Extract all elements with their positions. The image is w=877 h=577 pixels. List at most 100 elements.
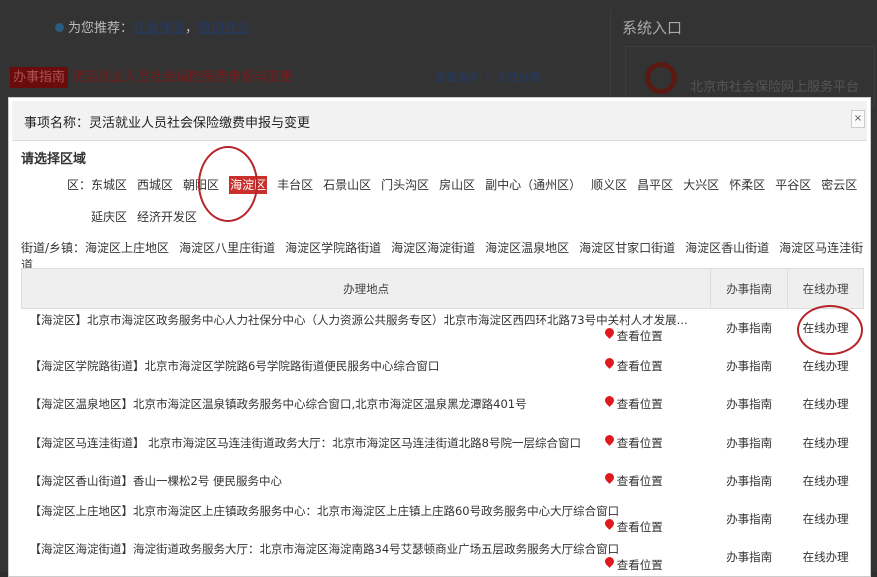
district-option[interactable]: 延庆区	[91, 210, 127, 224]
street-option[interactable]: 海淀区学院路街道	[285, 241, 381, 255]
guide-link[interactable]: 办事指南	[711, 423, 788, 461]
guide-link[interactable]: 办事指南	[711, 385, 788, 423]
recommend-label: 为您推荐：	[68, 21, 134, 36]
col-place: 办理地点	[20, 268, 712, 309]
table-row: 【海淀区马连洼街道】 北京市海淀区马连洼街道政务大厅：北京市海淀区马连洼街道北路…	[22, 423, 864, 461]
dialog-header: 事项名称：灵活就业人员社会保险缴费申报与变更 ×	[12, 101, 867, 141]
view-location-label: 查看位置	[616, 397, 663, 412]
district-option[interactable]: 经济开发区	[137, 210, 197, 224]
recommend-link[interactable]: 培训就业	[198, 21, 250, 36]
social-security-logo-icon	[645, 62, 677, 94]
view-location-link[interactable]: 查看位置	[602, 517, 663, 535]
location-table: 办理地点 办事指南 在线办理 【海淀区】北京市海淀区政务服务中心人力社保分中心（…	[20, 268, 864, 577]
view-location-link[interactable]: 查看位置	[602, 326, 663, 344]
street-label: 街道/乡镇：	[21, 241, 86, 255]
district-option[interactable]: 顺义区	[591, 178, 627, 192]
table-row: 【海淀区】北京市海淀区政务服务中心人力社保分中心（人力资源公共服务专区）北京市海…	[22, 309, 864, 347]
place-text: 【海淀区】北京市海淀区政务服务中心人力社保分中心（人力资源公共服务专区）北京市海…	[29, 312, 688, 327]
district-label: 区：	[67, 178, 92, 192]
view-location-link[interactable]: 查看位置	[602, 555, 663, 573]
recommend-link[interactable]: 社会保险	[133, 21, 185, 36]
district-option[interactable]: 怀柔区	[729, 178, 765, 192]
district-option[interactable]: 密云区	[821, 178, 857, 192]
district-option[interactable]: 大兴区	[683, 178, 719, 192]
district-option[interactable]: 副中心（通州区）	[485, 178, 581, 192]
place-text: 【海淀区上庄地区】北京市海淀区上庄镇政务服务中心：北京市海淀区上庄镇上庄路60号…	[29, 504, 620, 519]
dialog-title: 事项名称：灵活就业人员社会保险缴费申报与变更	[24, 116, 311, 131]
guide-link[interactable]: 办事指南	[711, 500, 788, 538]
view-location-label: 查看位置	[616, 328, 663, 343]
guide-title[interactable]: 灵活就业人员社会保险缴费申报与变更	[72, 70, 293, 85]
street-option[interactable]: 海淀区八里庄街道	[179, 241, 275, 255]
place-text: 【海淀区马连洼街道】 北京市海淀区马连洼街道政务大厅：北京市海淀区马连洼街道北路…	[29, 435, 581, 450]
select-region-title: 请选择区域	[21, 152, 87, 167]
guide-heading: 办事指南 灵活就业人员社会保险缴费申报与变更	[10, 66, 293, 88]
district-row: 延庆区 经济开发区	[91, 208, 207, 225]
platform-name: 北京市社会保险网上服务平台	[690, 80, 860, 95]
annotation-circle	[198, 146, 258, 222]
street-option[interactable]: 海淀区上庄地区	[85, 241, 169, 255]
place-cell: 【海淀区马连洼街道】 北京市海淀区马连洼街道政务大厅：北京市海淀区马连洼街道北路…	[22, 423, 711, 461]
place-cell: 【海淀区海淀街道】海淀街道政务服务大厅：北京市海淀区海淀南路34号艾瑟顿商业广场…	[22, 538, 711, 576]
place-text: 【海淀区海淀街道】海淀街道政务服务大厅：北京市海淀区海淀南路34号艾瑟顿商业广场…	[29, 542, 620, 557]
street-option[interactable]: 海淀区海淀街道	[391, 241, 475, 255]
guide-link[interactable]: 办事指南	[711, 347, 788, 385]
district-option[interactable]: 昌平区	[637, 178, 673, 192]
map-pin-icon	[602, 555, 616, 569]
place-cell: 【海淀区上庄地区】北京市海淀区上庄镇政务服务中心：北京市海淀区上庄镇上庄路60号…	[22, 500, 711, 538]
map-pin-icon	[602, 326, 616, 339]
table-row: 【海淀区学院路街道】北京市海淀区学院路6号学院路街道便民服务中心综合窗口 查看位置…	[22, 347, 864, 385]
online-handle-link[interactable]: 在线办理	[788, 538, 864, 576]
district-option[interactable]: 平谷区	[775, 178, 811, 192]
place-cell: 【海淀区温泉地区】北京市海淀区温泉镇政务服务中心综合窗口,北京市海淀区温泉黑龙潭…	[22, 385, 711, 423]
guide-link[interactable]: 办事指南	[711, 538, 788, 576]
map-pin-icon	[602, 432, 616, 446]
map-pin-icon	[602, 470, 616, 484]
place-cell: 【海淀区】北京市海淀区政务服务中心人力社保分中心（人力资源公共服务专区）北京市海…	[22, 309, 711, 347]
street-option[interactable]: 海淀区温泉地区	[485, 241, 569, 255]
table-row: 【海淀区海淀街道】海淀街道政务服务大厅：北京市海淀区海淀南路34号艾瑟顿商业广场…	[22, 538, 864, 576]
guide-links: 查看指南 | 在线办理	[435, 71, 541, 84]
district-option[interactable]: 西城区	[137, 178, 173, 192]
online-handle-link[interactable]: 在线办理	[788, 385, 864, 423]
view-location-link[interactable]: 查看位置	[602, 394, 663, 412]
col-online: 在线办理	[787, 268, 864, 309]
district-option[interactable]: 石景山区	[323, 178, 371, 192]
table-row: 【海淀区温泉地区】北京市海淀区温泉镇政务服务中心综合窗口,北京市海淀区温泉黑龙潭…	[22, 385, 864, 423]
region-dialog: 事项名称：灵活就业人员社会保险缴费申报与变更 × 请选择区域 区：东城区 西城区朝…	[8, 97, 871, 577]
place-cell: 【海淀区香山街道】香山一棵松2号 便民服务中心 查看位置	[22, 462, 711, 500]
close-button[interactable]: ×	[851, 110, 865, 128]
place-text: 【海淀区温泉地区】北京市海淀区温泉镇政务服务中心综合窗口,北京市海淀区温泉黑龙潭…	[29, 397, 527, 412]
district-row: 区：东城区 西城区 朝阳区 海淀区 丰台区 石景山区 门头沟区 房山区 副中心（通州区） 顺义区昌…	[67, 176, 867, 194]
view-location-link[interactable]: 查看位置	[602, 470, 663, 489]
map-pin-icon	[602, 517, 616, 530]
view-location-label: 查看位置	[616, 520, 663, 535]
place-text: 【海淀区学院路街道】北京市海淀区学院路6号学院路街道便民服务中心综合窗口	[29, 358, 440, 373]
col-guide: 办事指南	[710, 268, 789, 309]
view-guide-link[interactable]: 查看指南	[435, 71, 479, 84]
online-handle-link[interactable]: 在线办理	[788, 500, 864, 538]
online-handle-link[interactable]: 在线办理	[788, 423, 864, 461]
online-link[interactable]: 在线办理	[497, 71, 541, 84]
district-option[interactable]: 东城区	[91, 178, 127, 192]
guide-link[interactable]: 办事指南	[711, 462, 788, 500]
street-option[interactable]: 海淀区甘家口街道	[579, 241, 675, 255]
district-option[interactable]: 门头沟区	[381, 178, 429, 192]
view-location-link[interactable]: 查看位置	[602, 432, 663, 451]
guide-link[interactable]: 办事指南	[711, 309, 788, 347]
view-location-link[interactable]: 查看位置	[602, 356, 663, 374]
view-location-label: 查看位置	[616, 473, 663, 488]
place-text: 【海淀区香山街道】香山一棵松2号 便民服务中心	[29, 473, 282, 488]
table-row: 【海淀区香山街道】香山一棵松2号 便民服务中心 查看位置 办事指南 在线办理	[22, 462, 864, 500]
online-handle-link[interactable]: 在线办理	[788, 462, 864, 500]
table-row: 【海淀区上庄地区】北京市海淀区上庄镇政务服务中心：北京市海淀区上庄镇上庄路60号…	[22, 500, 864, 538]
annotation-circle	[797, 305, 863, 355]
map-pin-icon	[602, 394, 616, 408]
view-location-label: 查看位置	[616, 358, 663, 373]
street-option[interactable]: 海淀区香山街道	[685, 241, 769, 255]
info-icon	[55, 23, 64, 32]
view-location-label: 查看位置	[616, 558, 663, 573]
recommend: 为您推荐：社会保险，培训就业	[55, 17, 250, 36]
district-option[interactable]: 房山区	[439, 178, 475, 192]
district-option[interactable]: 丰台区	[277, 178, 313, 192]
